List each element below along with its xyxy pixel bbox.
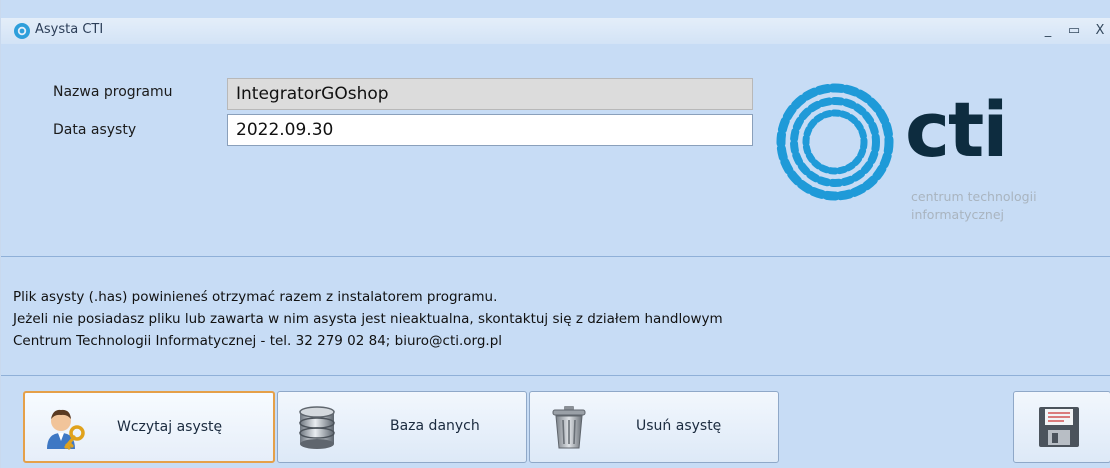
info-line-3: Centrum Technologii Informatycznej - tel… [13, 333, 503, 349]
close-button[interactable]: X [1089, 20, 1110, 42]
delete-assist-button[interactable]: Usuń asystę [529, 391, 779, 463]
cti-subtitle: centrum technologii informatycznej [911, 188, 1071, 224]
minimize-button[interactable]: _ [1037, 20, 1059, 42]
cti-logo-ring-icon [776, 83, 894, 201]
database-label: Baza danych [390, 418, 480, 434]
cti-app-icon [14, 23, 30, 39]
trash-icon [552, 406, 586, 449]
load-assist-button[interactable]: Wczytaj asystę [23, 391, 275, 463]
program-name-field: IntegratorGOshop [227, 78, 753, 110]
app-window: Asysta CTI _ ▭ X Nazwa programu Integrat… [0, 0, 1110, 468]
database-icon [299, 406, 335, 449]
date-label: Data asysty [53, 122, 137, 138]
delete-assist-label: Usuń asystę [636, 418, 722, 434]
cti-subtitle-line2: informatycznej [911, 207, 1005, 222]
program-info-panel: Nazwa programu IntegratorGOshop Data asy… [1, 44, 1110, 257]
window-title: Asysta CTI [35, 22, 104, 37]
maximize-button[interactable]: ▭ [1063, 20, 1085, 42]
date-field[interactable]: 2022.09.30 [227, 114, 753, 146]
load-assist-label: Wczytaj asystę [117, 419, 223, 435]
cti-wordmark: cti [905, 85, 1008, 174]
info-line-1: Plik asysty (.has) powinieneś otrzymać r… [13, 289, 498, 305]
info-panel: Plik asysty (.has) powinieneś otrzymać r… [1, 259, 1110, 376]
info-line-2: Jeżeli nie posiadasz pliku lub zawarta w… [13, 311, 723, 327]
cti-subtitle-line1: centrum technologii [911, 189, 1037, 204]
title-bar[interactable]: Asysta CTI _ ▭ X [1, 18, 1110, 45]
save-button[interactable] [1013, 391, 1110, 463]
bottom-toolbar: Wczytaj asystę Baza danych Usuń asystę [1, 377, 1110, 468]
program-name-label: Nazwa programu [53, 84, 173, 100]
user-key-icon [47, 409, 85, 450]
database-button[interactable]: Baza danych [277, 391, 527, 463]
floppy-disk-icon [1039, 407, 1079, 447]
